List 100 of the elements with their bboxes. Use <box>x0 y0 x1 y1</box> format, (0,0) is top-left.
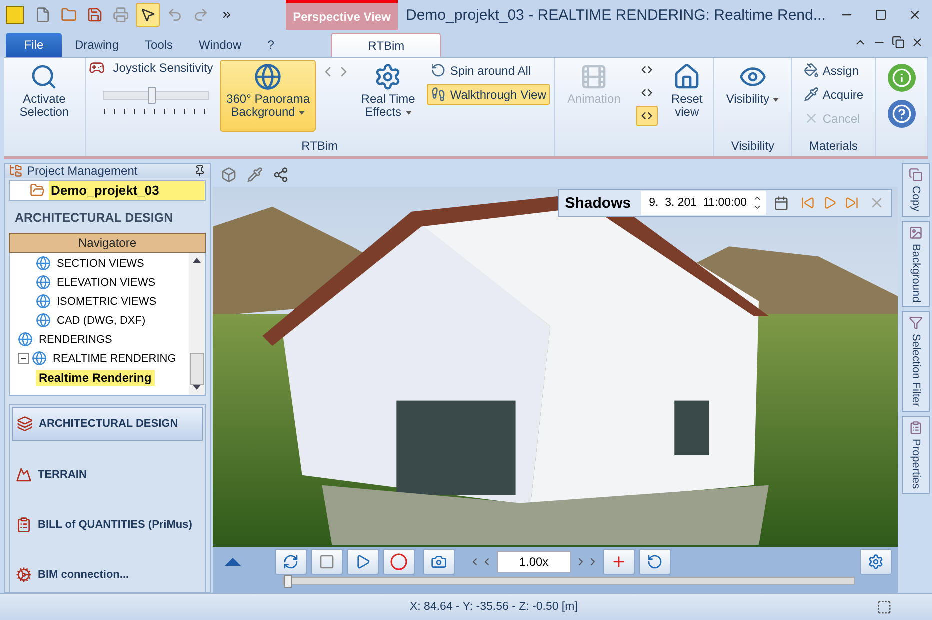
ribbon-icon <box>374 63 402 91</box>
tree-item[interactable]: ISOMETRIC VIEWS <box>54 294 160 308</box>
loop-button[interactable] <box>275 549 307 575</box>
ribbon-small-button[interactable]: Spin around All <box>427 60 550 81</box>
share-icon[interactable] <box>273 167 289 183</box>
app-logo-icon[interactable] <box>6 6 24 24</box>
tree-node-icon <box>18 332 33 347</box>
module-icon <box>16 567 32 583</box>
record-icon <box>390 553 408 571</box>
section-heading: ARCHITECTURAL DESIGN <box>14 210 174 227</box>
tree-item[interactable]: CAD (DWG, DXF) <box>54 314 149 328</box>
ribbon-tab[interactable]: File <box>6 33 62 57</box>
effects-button[interactable] <box>860 549 892 575</box>
tree-item[interactable]: Realtime Rendering <box>36 370 155 386</box>
side-tab-icon <box>909 168 923 182</box>
side-tab-icon <box>909 421 923 436</box>
project-name[interactable]: Demo_projekt_03 <box>49 181 205 200</box>
side-tab[interactable]: Copy <box>902 163 930 217</box>
camera-button[interactable] <box>423 549 455 575</box>
side-tab[interactable]: Properties <box>902 416 930 494</box>
side-tab-icon <box>909 226 923 240</box>
paint-bucket-icon <box>804 63 819 78</box>
pointer-icon[interactable] <box>136 3 160 27</box>
tree-node-icon <box>36 313 51 328</box>
expand-up-icon[interactable] <box>225 558 241 566</box>
tree-node-icon <box>36 275 51 290</box>
ribbon-button[interactable]: Visibility <box>720 60 785 132</box>
ribbon-icon <box>30 63 58 91</box>
tree-icon <box>9 164 23 178</box>
ribbon-icon <box>673 63 702 91</box>
stop-icon <box>319 554 335 570</box>
tree-node-icon <box>36 256 51 271</box>
ribbon-button[interactable]: Real Time Effects <box>356 60 420 132</box>
timeline-thumb[interactable] <box>284 575 292 588</box>
ribbon-button[interactable]: Activate Selection <box>9 60 80 132</box>
coordinates-readout: X: 84.64 - Y: -35.56 - Z: -0.50 [m] <box>410 601 578 613</box>
ribbon-tab[interactable]: Drawing <box>62 33 132 57</box>
module-icon <box>17 416 33 432</box>
footprints-icon <box>431 87 446 102</box>
ribbon-small-button[interactable]: Assign <box>800 60 868 81</box>
play-button[interactable] <box>347 549 379 575</box>
stop-button[interactable] <box>311 549 343 575</box>
gear-icon <box>868 554 884 570</box>
speed-field[interactable]: 1.00x <box>497 551 571 573</box>
inspect-icon[interactable] <box>877 600 892 614</box>
slider-thumb[interactable] <box>148 87 156 104</box>
side-tab-icon <box>909 316 923 330</box>
restore-icon[interactable] <box>892 36 905 52</box>
side-tab[interactable]: Background <box>902 220 930 308</box>
record-button[interactable] <box>383 549 415 575</box>
ribbon-tab[interactable]: Tools <box>132 33 186 57</box>
slider-label: Joystick Sensitivity <box>113 61 214 75</box>
ribbon-tab[interactable]: RTBim <box>331 33 442 57</box>
tree-node-icon <box>32 351 47 366</box>
timeline-slider[interactable] <box>283 577 855 585</box>
tree-node-icon <box>36 294 51 309</box>
joystick-icon <box>89 60 106 76</box>
help-icon[interactable] <box>888 100 916 128</box>
ribbon-small-button[interactable]: Acquire <box>800 84 868 105</box>
cube-icon[interactable] <box>221 167 237 183</box>
module-button[interactable]: BIM connection... <box>12 559 203 591</box>
tree-item[interactable]: REALTIME RENDERING <box>50 352 180 366</box>
collapse-toggle[interactable] <box>18 353 29 364</box>
ribbon-tab[interactable]: Window <box>186 33 255 57</box>
tree-item[interactable]: ELEVATION VIEWS <box>54 276 159 290</box>
pipette-icon <box>804 87 819 102</box>
ribbon-small-button[interactable]: Walkthrough View <box>427 84 550 105</box>
camera-icon <box>431 554 447 570</box>
pin-icon[interactable] <box>194 165 206 177</box>
module-button[interactable]: BILL of QUANTITIES (PriMus) <box>12 509 203 541</box>
module-icon <box>16 467 32 483</box>
ribbon-button[interactable]: Reset view <box>665 60 710 132</box>
side-tab[interactable]: Selection Filter <box>902 311 930 412</box>
panel-title: Project Management <box>27 164 139 178</box>
add-snapshot-button[interactable] <box>603 549 635 575</box>
caret-icon <box>406 110 412 115</box>
info-icon[interactable] <box>888 64 916 92</box>
rotate-icon <box>647 554 663 570</box>
caret-icon <box>299 110 306 115</box>
window-title: Demo_projekt_03 - REALTIME RENDERING: Realtime Rend... <box>406 6 827 24</box>
ribbon-icon <box>580 63 608 91</box>
module-icon <box>16 517 32 533</box>
scrollbar[interactable] <box>189 253 205 395</box>
play-icon <box>355 554 371 570</box>
group-label: Visibility <box>731 139 774 153</box>
camera-mode-button[interactable] <box>636 106 658 126</box>
refresh-icon <box>283 554 299 570</box>
group-label: RTBim <box>302 139 338 153</box>
ribbon-button[interactable]: 360° Panorama Background <box>220 60 316 132</box>
ribbon-icon <box>254 63 282 91</box>
module-button[interactable]: TERRAIN <box>12 459 203 491</box>
panorama-camera-button[interactable] <box>639 549 671 575</box>
tree-item[interactable]: RENDERINGS <box>36 332 116 346</box>
navigator-header: Navigatore <box>9 233 206 253</box>
tree-item[interactable]: SECTION VIEWS <box>54 256 148 270</box>
ribbon-tab[interactable]: ? <box>254 33 288 57</box>
module-button[interactable]: ARCHITECTURAL DESIGN <box>12 407 203 441</box>
plus-icon <box>611 554 627 570</box>
project-icon <box>30 183 45 198</box>
group-label: Materials <box>809 139 858 153</box>
